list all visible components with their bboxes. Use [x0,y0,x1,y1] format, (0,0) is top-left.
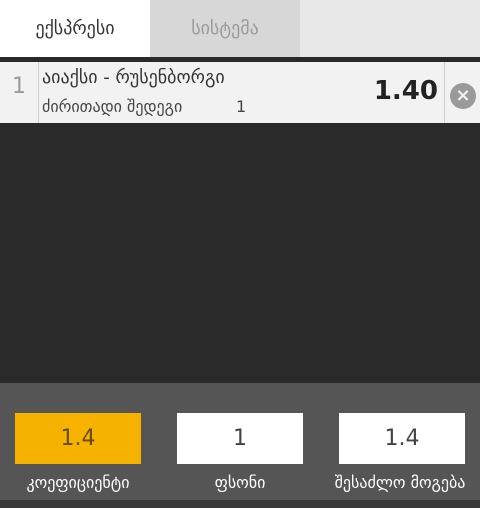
bet-index: 1 [0,62,39,123]
tab-system[interactable]: სისტემა [150,0,300,57]
possible-win-box: 1.4 [339,413,465,464]
match-name: აიაქსი - რუსენბორგი [42,67,225,88]
stake-label: ფსონი [214,473,266,492]
coefficient-box: 1.4 [15,413,141,464]
close-circle-icon[interactable]: × [450,83,476,109]
tab-express[interactable]: ექსპრესი [0,0,150,57]
odds-value: 1.40 [373,76,438,106]
selection-value: 1 [236,97,247,116]
row-divider [444,62,445,123]
stake-input[interactable]: 1 [177,413,303,464]
tab-bar-filler [300,0,480,57]
bottom-edge [0,500,480,508]
empty-slip-area [0,123,480,383]
market-name: ძირითადი შედეგი [42,97,183,116]
possible-win-label: შესაძლო მოგება [334,473,466,492]
bet-slip-item: 1 აიაქსი - რუსენბორგი ძირითადი შედეგი 1 … [0,62,480,123]
coefficient-label: კოეფიციენტი [26,473,130,492]
bet-summary-panel: 1.4 1 1.4 კოეფიციენტი ფსონი შესაძლო მოგე… [0,383,480,500]
tab-bar: ექსპრესი სისტემა [0,0,480,57]
